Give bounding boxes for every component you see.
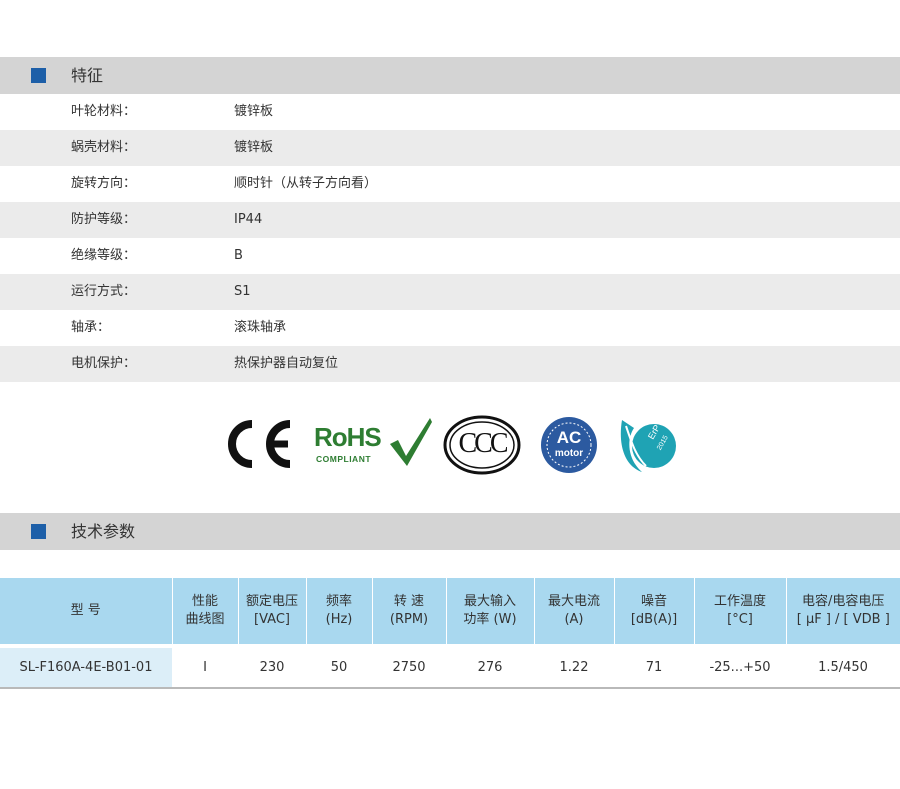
feature-value: S1 xyxy=(234,284,251,299)
tech-title: 技术参数 xyxy=(71,522,136,541)
certification-logos: RoHS COMPLIANT CCC AC motor ErP 2015 xyxy=(0,410,900,480)
feature-value: 滚珠轴承 xyxy=(234,320,287,335)
spec-cell: 276 xyxy=(446,644,534,689)
erp-leaf-icon xyxy=(620,420,676,472)
rohs-logo: RoHS COMPLIANT xyxy=(314,416,434,474)
feature-row: 旋转方向： 顺时针（从转子方向看） xyxy=(0,166,900,202)
spec-header-cell: 最大输入功率 (W) xyxy=(445,578,534,646)
ccc-logo: CCC xyxy=(442,414,522,476)
feature-value: B xyxy=(234,248,243,263)
ce-mark-icon xyxy=(228,420,291,468)
spec-header-line2: (A) xyxy=(564,612,584,627)
spec-table-header: 型 号性能 曲线图 额定电压 [VAC] 频率 (Hz) 转 速 (RPM) 最大输入 功率 (W… xyxy=(0,578,900,646)
feature-row: 叶轮材料： 镀锌板 xyxy=(0,94,900,130)
section-marker-icon xyxy=(31,524,46,539)
spec-header-cell: 电容/电容电压 [ μF ] / [ VDB ] xyxy=(785,578,900,646)
spec-header-cell: 频率 (Hz) xyxy=(305,578,372,646)
checkmark-icon xyxy=(390,418,432,466)
spec-cell: 2750 xyxy=(372,644,446,689)
spec-header-line1: 型 号 xyxy=(70,603,101,618)
model-cell: SL-F160A-4E-B01-01 xyxy=(0,644,172,689)
spec-header-line1: 最大电流 xyxy=(547,594,600,609)
feature-value: 镀锌板 xyxy=(234,140,274,155)
spec-header-cell: 最大电流 (A) xyxy=(533,578,614,646)
feature-label: 防护等级： xyxy=(71,212,137,227)
spec-header-cell: 噪音 [dB(A)] xyxy=(613,578,694,646)
spec-cell: 230 xyxy=(238,644,306,689)
spec-header-cell: 工作温度 [°C] xyxy=(693,578,786,646)
feature-label: 叶轮材料： xyxy=(71,104,137,119)
feature-label: 电机保护： xyxy=(71,356,137,371)
spec-header-line2: 曲线图 xyxy=(185,612,225,627)
feature-value: 镀锌板 xyxy=(234,104,274,119)
motor-text: motor xyxy=(554,448,584,459)
feature-label: 运行方式： xyxy=(71,284,137,299)
feature-row: 蜗壳材料： 镀锌板 xyxy=(0,130,900,166)
spec-header-line2: (RPM) xyxy=(389,612,429,627)
ac-text: AC xyxy=(556,428,582,447)
spec-header-cell: 转 速 (RPM) xyxy=(371,578,446,646)
section-marker-icon xyxy=(31,68,46,83)
spec-header-line2: 功率 (W) xyxy=(463,612,517,627)
spec-table: 型 号性能 曲线图 额定电压 [VAC] 频率 (Hz) 转 速 (RPM) 最大输入 功率 (W… xyxy=(0,578,900,689)
feature-row: 电机保护： 热保护器自动复位 xyxy=(0,346,900,382)
spec-header-cell: 性能 曲线图 xyxy=(171,578,238,646)
spec-cell: 71 xyxy=(614,644,694,689)
spec-cell: 1.22 xyxy=(534,644,614,689)
feature-row: 轴承： 滚珠轴承 xyxy=(0,310,900,346)
spec-header-line1: 额定电压 xyxy=(245,594,298,609)
features-section-header: 特征 xyxy=(0,57,900,94)
ac-motor-logo: AC motor xyxy=(540,416,598,474)
feature-value: 顺时针（从转子方向看） xyxy=(234,176,378,191)
spec-header-line1: 转 速 xyxy=(393,594,425,609)
spec-header-line2: (Hz) xyxy=(325,612,353,627)
spec-cell: -25...+50 xyxy=(694,644,786,689)
spec-header-line1: 最大输入 xyxy=(463,594,516,609)
spec-header-cell: 额定电压 [VAC] xyxy=(237,578,306,646)
spec-header-line1: 性能 xyxy=(191,594,218,609)
rohs-text: RoHS xyxy=(314,422,382,452)
spec-header-line2: [VAC] xyxy=(254,612,290,627)
spec-header-line1: 工作温度 xyxy=(713,594,766,609)
spec-header-line2: [ μF ] / [ VDB ] xyxy=(796,612,890,627)
curve-link-cell[interactable]: I xyxy=(172,644,238,689)
table-row: SL-F160A-4E-B01-01 I 230 50 2750 276 1.22 71 -25… xyxy=(0,644,900,689)
feature-row: 运行方式： S1 xyxy=(0,274,900,310)
rohs-compliant-text: COMPLIANT xyxy=(316,454,372,464)
erp-logo: ErP 2015 xyxy=(616,414,678,476)
spec-header-line1: 频率 xyxy=(325,594,352,609)
feature-row: 绝缘等级： B xyxy=(0,238,900,274)
features-title: 特征 xyxy=(71,66,104,85)
ccc-text: CCC xyxy=(458,428,508,459)
feature-row: 防护等级： IP44 xyxy=(0,202,900,238)
feature-label: 绝缘等级： xyxy=(71,248,137,263)
tech-section-header: 技术参数 xyxy=(0,513,900,550)
feature-label: 蜗壳材料： xyxy=(71,140,137,155)
feature-value: 热保护器自动复位 xyxy=(234,356,339,371)
feature-value: IP44 xyxy=(234,212,263,227)
spec-header-line1: 电容/电容电压 xyxy=(802,594,885,609)
feature-label: 旋转方向： xyxy=(71,176,137,191)
spec-cell: 1.5/450 xyxy=(786,644,900,689)
spec-header-cell: 型 号 xyxy=(0,578,172,646)
feature-label: 轴承： xyxy=(71,320,111,335)
spec-header-line2: [dB(A)] xyxy=(630,612,678,627)
spec-header-line1: 噪音 xyxy=(640,594,667,609)
spec-header-line2: [°C] xyxy=(727,612,753,627)
spec-cell: 50 xyxy=(306,644,372,689)
